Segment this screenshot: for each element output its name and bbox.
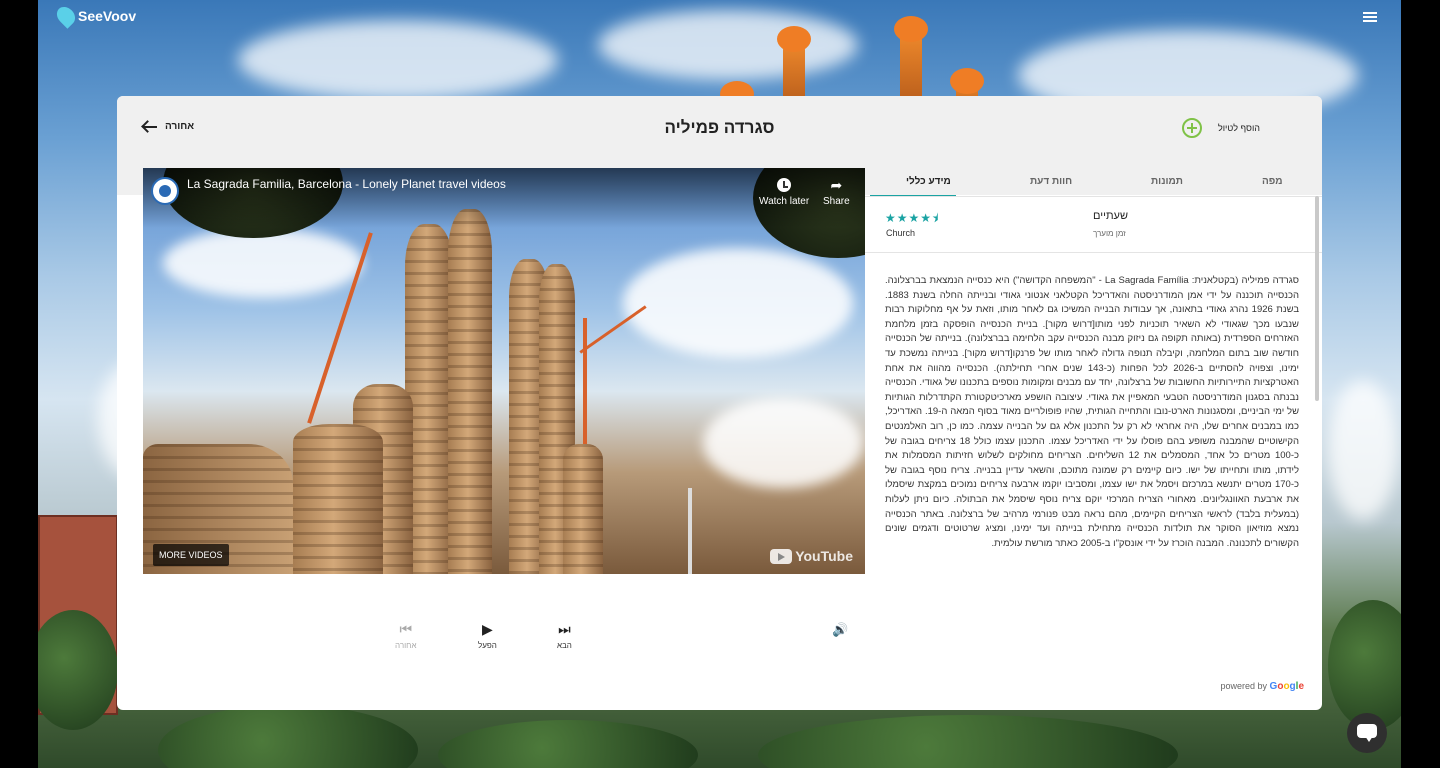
youtube-logo[interactable]: YouTube xyxy=(770,548,853,564)
share-label: Share xyxy=(823,196,850,207)
powered-by-label: powered by xyxy=(1220,681,1268,691)
add-to-trip-label: הוסף לטיול xyxy=(1217,123,1260,133)
add-to-trip-button[interactable]: הוסף לטיול xyxy=(1181,118,1260,138)
tab-photos[interactable]: תמונות xyxy=(1151,176,1183,187)
watch-later-label: Watch later xyxy=(759,196,810,207)
volume-icon[interactable]: 🔊 xyxy=(832,622,848,638)
previous-label: אחורה xyxy=(395,641,417,650)
next-button[interactable]: ⏭ הבא xyxy=(557,621,572,650)
video-title[interactable]: La Sagrada Familia, Barcelona - Lonely P… xyxy=(187,177,506,191)
tab-map[interactable]: מפה xyxy=(1262,176,1283,187)
skip-next-icon: ⏭ xyxy=(558,621,571,637)
watch-later-button[interactable]: Watch later xyxy=(759,178,809,207)
place-description: סגרדה פמיליה (בקטלאנית: La Sagrada Famíl… xyxy=(885,275,1300,549)
youtube-play-icon xyxy=(770,548,793,564)
chat-icon[interactable] xyxy=(1347,713,1387,753)
menu-icon[interactable] xyxy=(1363,12,1377,22)
page-title: סגרדה פמיליה xyxy=(664,118,775,137)
rating-stars: ★★★★⯨ xyxy=(885,211,940,225)
tab-general-info[interactable]: מידע כללי xyxy=(906,176,951,187)
estimated-duration-label: זמן מוערך xyxy=(1093,229,1126,238)
youtube-wordmark: YouTube xyxy=(795,548,853,564)
place-category: Church xyxy=(886,228,916,238)
next-label: הבא xyxy=(557,641,572,650)
app-logo[interactable]: SeeVoov xyxy=(53,3,137,29)
estimated-duration: שעתיים xyxy=(1093,210,1128,222)
tab-reviews[interactable]: חוות דעת xyxy=(1030,176,1072,187)
powered-by-google: powered by Google xyxy=(1221,681,1305,692)
skip-previous-icon: ⏮ xyxy=(399,621,413,637)
more-videos-button[interactable]: MORE VIDEOS xyxy=(153,544,229,566)
play-label: הפעל xyxy=(478,641,497,650)
previous-button[interactable]: ⏮ אחורה xyxy=(395,621,416,650)
attraction-panel: אחורה סגרדה פמיליה הוסף לטיול La Sagrada… xyxy=(117,96,1322,710)
app-name: SeeVoov xyxy=(78,8,137,24)
google-letter: e xyxy=(1298,681,1304,692)
place-details: ★★★★⯨ Church שעתיים זמן מוערך xyxy=(865,196,1322,253)
plus-circle-icon xyxy=(1181,118,1202,138)
play-icon: ▶ xyxy=(482,621,493,637)
logo-pin-icon xyxy=(53,3,79,29)
play-button[interactable]: ▶ הפעל xyxy=(478,621,497,650)
share-button[interactable]: ➦ Share xyxy=(823,178,850,207)
share-icon: ➦ xyxy=(830,177,843,193)
channel-avatar-icon[interactable] xyxy=(151,177,179,205)
clock-icon xyxy=(777,178,792,192)
description-scrollbar[interactable] xyxy=(1315,196,1319,401)
video-player[interactable]: La Sagrada Familia, Barcelona - Lonely P… xyxy=(143,168,865,574)
info-tabs: מידע כללי חוות דעת תמונות מפה xyxy=(865,168,1322,197)
